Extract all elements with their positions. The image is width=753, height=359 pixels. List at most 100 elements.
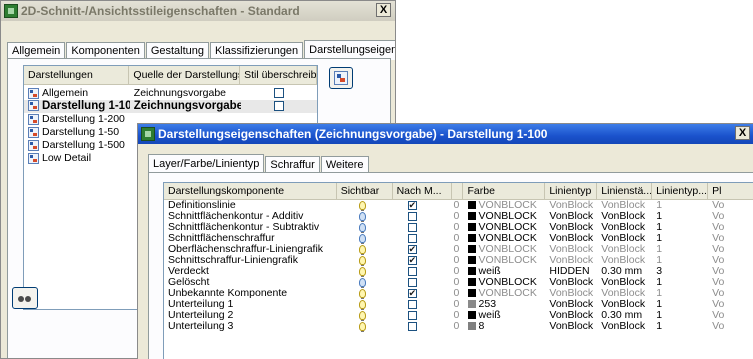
by-material-checkbox[interactable] — [407, 321, 417, 331]
by-material-checkbox[interactable] — [407, 299, 417, 309]
plotstyle-cell[interactable]: Vo — [708, 310, 753, 321]
edit-display-properties-button[interactable] — [329, 67, 353, 89]
header-nach-material[interactable]: Nach M... — [393, 183, 452, 199]
lightbulb-icon[interactable] — [358, 211, 366, 222]
lineweight-cell[interactable]: VonBlock — [597, 200, 652, 211]
linetype-scale-cell[interactable]: 1 — [652, 299, 708, 310]
header-darstellungskomponente[interactable]: Darstellungskomponente — [164, 183, 337, 199]
lightbulb-icon[interactable] — [358, 244, 366, 255]
linetype-cell[interactable]: VonBlock — [545, 233, 597, 244]
lineweight-cell[interactable]: VonBlock — [597, 233, 652, 244]
lineweight-cell[interactable]: VonBlock — [597, 321, 652, 332]
linetype-cell[interactable]: VonBlock — [545, 288, 597, 299]
linetype-cell[interactable]: VonBlock — [545, 321, 597, 332]
lineweight-cell[interactable]: VonBlock — [597, 277, 652, 288]
linetype-cell[interactable]: VonBlock — [545, 222, 597, 233]
linetype-cell[interactable]: VonBlock — [545, 244, 597, 255]
lightbulb-icon[interactable] — [358, 266, 366, 277]
linetype-cell[interactable]: HIDDEN — [545, 266, 597, 277]
tab-schraffur[interactable]: Schraffur — [265, 156, 320, 173]
table-row[interactable]: Definitionslinie 0 VONBLOCK VonBlockVonBloc… — [164, 200, 753, 211]
linetype-scale-cell[interactable]: 1 — [652, 233, 708, 244]
linetype-scale-cell[interactable]: 1 — [652, 200, 708, 211]
by-material-checkbox[interactable] — [407, 200, 417, 211]
override-style-checkbox[interactable] — [273, 88, 284, 99]
header-darstellungen[interactable]: Darstellungen — [24, 66, 130, 84]
plotstyle-cell[interactable]: Vo — [708, 211, 753, 222]
table-row[interactable]: Schnittschraffur-Liniengrafik 0 VONBLOCK Vo… — [164, 255, 753, 266]
by-material-checkbox[interactable] — [407, 244, 417, 255]
table-row[interactable]: Schnittflächenschraffur 0 VONBLOCK VonBlock… — [164, 233, 753, 244]
header-layer[interactable] — [452, 183, 464, 199]
header-farbe[interactable]: Farbe — [463, 183, 546, 199]
linetype-scale-cell[interactable]: 1 — [652, 211, 708, 222]
by-material-checkbox[interactable] — [407, 255, 417, 266]
lightbulb-icon[interactable] — [358, 288, 366, 299]
by-material-checkbox[interactable] — [407, 211, 417, 221]
tab-darstellungseigenschaften[interactable]: Darstellungseigenschaften — [304, 40, 395, 60]
linetype-scale-cell[interactable]: 1 — [652, 255, 708, 266]
lightbulb-icon[interactable] — [358, 200, 366, 211]
by-material-checkbox[interactable] — [407, 310, 417, 320]
by-material-checkbox[interactable] — [407, 222, 417, 232]
display-properties-titlebar[interactable]: Darstellungseigenschaften (Zeichnungsvor… — [138, 124, 753, 144]
lineweight-cell[interactable]: VonBlock — [597, 299, 652, 310]
linetype-cell[interactable]: VonBlock — [545, 299, 597, 310]
header-linientyp[interactable]: Linientyp — [545, 183, 598, 199]
close-button[interactable]: X — [735, 126, 750, 140]
linetype-cell[interactable]: VonBlock — [545, 255, 597, 266]
plotstyle-cell[interactable]: Vo — [708, 321, 753, 332]
lightbulb-icon[interactable] — [358, 222, 366, 233]
lightbulb-icon[interactable] — [358, 321, 366, 332]
lightbulb-icon[interactable] — [358, 233, 366, 244]
display-components-table[interactable]: Darstellungskomponente Sichtbar Nach M..… — [163, 182, 753, 359]
by-material-checkbox[interactable] — [407, 277, 417, 287]
lineweight-cell[interactable]: 0.30 mm — [597, 266, 652, 277]
lightbulb-icon[interactable] — [358, 299, 366, 310]
header-quelle[interactable]: Quelle der Darstellungseigenschaft — [129, 66, 241, 84]
table-row[interactable]: Unterteilung 3 0 8 VonBlock VonBlock 1 Vo — [164, 321, 753, 332]
tab-allgemein[interactable]: Allgemein — [7, 42, 66, 59]
table-row[interactable]: Unterteilung 1 0 253 VonBlock VonBlock 1 Vo — [164, 299, 753, 310]
linetype-scale-cell[interactable]: 1 — [652, 288, 708, 299]
tab-klassifizierungen[interactable]: Klassifizierungen — [210, 42, 304, 59]
plotstyle-cell[interactable]: Vo — [708, 200, 753, 211]
close-button[interactable]: X — [376, 3, 391, 17]
list-item[interactable]: Darstellung 1-100 Zeichnungsvorgabe — [24, 100, 317, 113]
table-row[interactable]: Schnittflächenkontur - Additiv 0 VONBLOCK V… — [164, 211, 753, 222]
table-row[interactable]: Verdeckt 0 weiß HIDDEN 0.30 mm 3 Vo — [164, 266, 753, 277]
table-row[interactable]: Unterteilung 2 0 weiß VonBlock 0.30 mm 1 Vo — [164, 310, 753, 321]
plotstyle-cell[interactable]: Vo — [708, 255, 753, 266]
lineweight-cell[interactable]: 0.30 mm — [597, 310, 652, 321]
plotstyle-cell[interactable]: Vo — [708, 266, 753, 277]
linetype-scale-cell[interactable]: 1 — [652, 321, 708, 332]
lightbulb-icon[interactable] — [358, 310, 366, 321]
linetype-scale-cell[interactable]: 1 — [652, 310, 708, 321]
header-linientypfaktor[interactable]: Linientyp... — [652, 183, 709, 199]
linetype-scale-cell[interactable]: 1 — [652, 244, 708, 255]
table-row[interactable]: Unbekannte Komponente0VONBLOCKVonBlockVo… — [164, 288, 753, 299]
lineweight-cell[interactable]: VonBlock — [597, 244, 652, 255]
list-item[interactable]: Allgemein Zeichnungsvorgabe — [24, 87, 317, 100]
plotstyle-cell[interactable]: Vo — [708, 299, 753, 310]
table-row[interactable]: Oberflächenschraffur-Liniengrafik 0 VONBLO… — [164, 244, 753, 255]
table-row[interactable]: Schnittflächenkontur - Subtraktiv 0 VONBLO… — [164, 222, 753, 233]
find-button[interactable] — [12, 287, 38, 309]
by-material-checkbox[interactable] — [407, 266, 417, 276]
lineweight-cell[interactable]: VonBlock — [597, 211, 652, 222]
plotstyle-cell[interactable]: Vo — [708, 277, 753, 288]
by-material-checkbox[interactable] — [407, 288, 417, 299]
linetype-scale-cell[interactable]: 1 — [652, 222, 708, 233]
linetype-cell[interactable]: VonBlock — [545, 310, 597, 321]
by-material-checkbox[interactable] — [407, 233, 417, 243]
linetype-cell[interactable]: VonBlock — [545, 277, 597, 288]
lineweight-cell[interactable]: VonBlock — [597, 222, 652, 233]
plotstyle-cell[interactable]: Vo — [708, 233, 753, 244]
header-linienstaerke[interactable]: Linienstä... — [597, 183, 653, 199]
tab-gestaltung[interactable]: Gestaltung — [145, 42, 210, 59]
tab-weitere[interactable]: Weitere — [320, 156, 369, 173]
plotstyle-cell[interactable]: Vo — [708, 222, 753, 233]
header-sichtbar[interactable]: Sichtbar — [337, 183, 393, 199]
linetype-scale-cell[interactable]: 1 — [652, 277, 708, 288]
plotstyle-cell[interactable]: Vo — [708, 244, 753, 255]
